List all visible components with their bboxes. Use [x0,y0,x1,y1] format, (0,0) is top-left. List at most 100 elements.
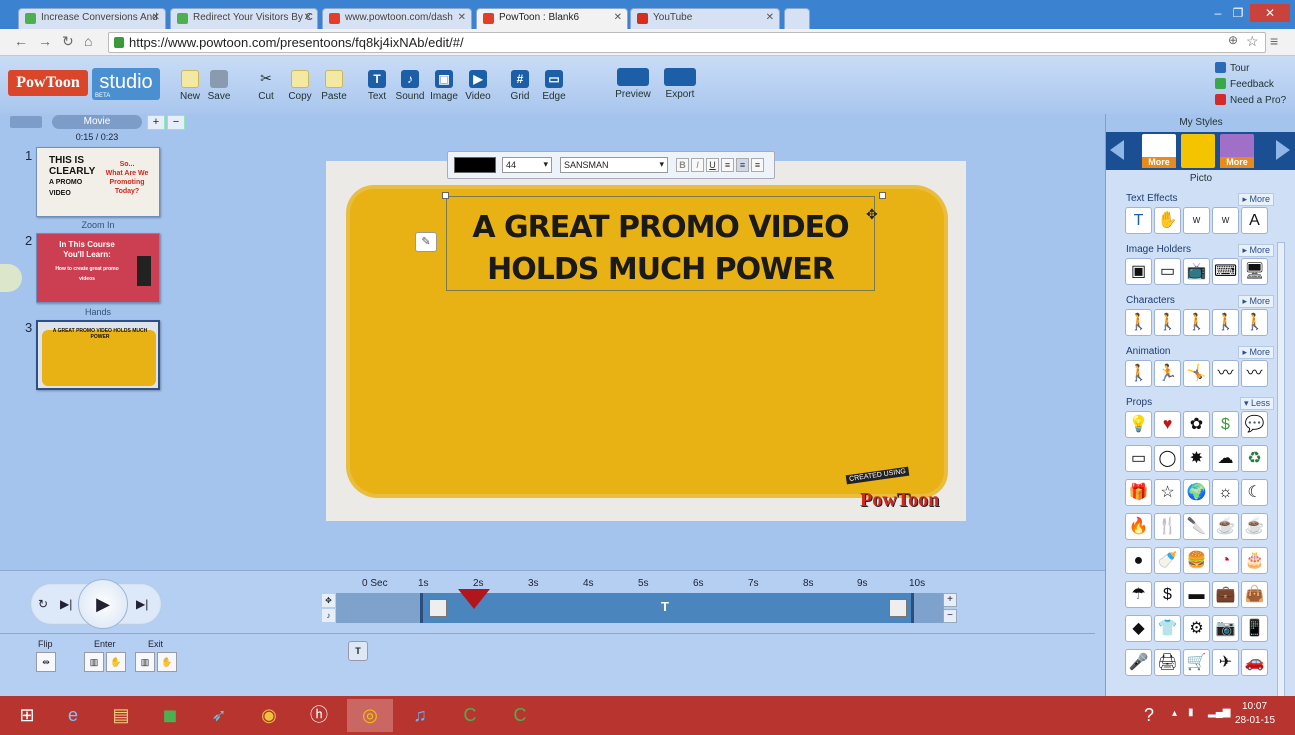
add-slide-button[interactable]: + [147,115,165,130]
moon-icon[interactable]: ☾ [1241,479,1268,506]
save-button[interactable]: Save [199,70,239,102]
sign-icon[interactable]: ▭ [1125,445,1152,472]
laptop-icon[interactable]: ⌨ [1212,258,1239,285]
more-button[interactable]: ▸ More [1238,244,1274,257]
enter-effect-button[interactable]: ▥ [84,652,104,672]
browser-tab[interactable]: www.powtoon.com/dash ✕ [322,8,472,29]
burger-icon[interactable]: 🍔 [1183,547,1210,574]
signal-icon[interactable]: ▂▄▆ [1208,707,1230,718]
hp-icon[interactable]: ⓗ [296,699,342,732]
move-track-icon[interactable]: ✥ [322,594,335,607]
bookmark-star-icon[interactable]: ☆ [1246,33,1259,50]
forward-icon[interactable]: → [38,33,52,49]
browser-tab-active[interactable]: PowToon : Blank6 ✕ [476,8,628,29]
bold-button[interactable]: B [676,158,689,172]
cloud-icon[interactable]: ☁ [1212,445,1239,472]
chrome-icon[interactable]: ◎ [347,699,393,732]
exit-handle[interactable] [889,599,907,617]
sun-icon[interactable]: ☼ [1212,479,1239,506]
browser-tab[interactable]: Increase Conversions And ✕ [18,8,166,29]
zoom-out-button[interactable]: − [943,609,957,623]
diamond-icon[interactable]: ◆ [1125,615,1152,642]
umbrella-icon[interactable]: ☂ [1125,581,1152,608]
printer-icon[interactable]: 🖨 [1154,649,1181,676]
view-toggle-icon[interactable] [10,116,42,128]
reload-icon[interactable]: ↻ [62,33,74,50]
font-color-swatch[interactable] [454,157,496,173]
arrow-right-icon[interactable] [1276,140,1290,160]
url-input[interactable]: https://www.powtoon.com/presentoons/fq8k… [108,32,1266,53]
new-tab-button[interactable] [784,8,810,29]
resize-handle[interactable] [879,192,886,199]
fork-icon[interactable]: 🍴 [1154,513,1181,540]
back-icon[interactable]: ← [14,33,28,49]
arrow-left-icon[interactable] [1110,140,1124,160]
fire-icon[interactable]: 🔥 [1125,513,1152,540]
preview-button[interactable]: Preview [608,68,658,100]
airplane-icon[interactable]: ✈ [1212,649,1239,676]
thought-bubble-icon[interactable]: ◯ [1154,445,1181,472]
slide-thumb-3-selected[interactable]: A GREAT PROMO VIDEO HOLDS MUCH POWER [36,320,160,390]
more-button[interactable]: ▸ More [1238,295,1274,308]
microphone-icon[interactable]: 🎤 [1125,649,1152,676]
scrollbar[interactable] [1277,242,1285,735]
step-back-icon[interactable]: ▶| [60,597,72,611]
person-icon[interactable]: 🚶 [1125,309,1152,336]
credit-card-icon[interactable]: ▬ [1183,581,1210,608]
star-icon[interactable]: ☆ [1154,479,1181,506]
speech-bubble-icon[interactable]: 💬 [1241,411,1268,438]
slide-thumb-2[interactable]: In This Course You'll Learn: How to crea… [36,233,160,303]
exit-hand-button[interactable]: ✋ [157,652,177,672]
text-layer-icon[interactable]: T [348,641,368,661]
burst-icon[interactable]: ✸ [1183,445,1210,472]
close-window-icon[interactable]: ✕ [1250,4,1290,22]
style-option-selected[interactable] [1181,134,1215,168]
close-tab-icon[interactable]: ✕ [614,12,622,23]
animated-person-icon[interactable]: 🤸 [1183,360,1210,387]
enter-hand-button[interactable]: ✋ [106,652,126,672]
music-note-icon[interactable]: ♪ [322,609,335,622]
picture-frame-icon[interactable]: ▣ [1125,258,1152,285]
skip-end-icon[interactable]: ▶| [136,597,148,611]
recycle-icon[interactable]: ♻ [1241,445,1268,472]
style-option[interactable]: More [1142,134,1176,168]
camtasia-recorder-icon[interactable]: C [497,699,543,732]
feedback-link[interactable]: Feedback [1215,78,1274,90]
person-icon[interactable]: 🚶 [1183,309,1210,336]
enter-handle[interactable] [429,599,447,617]
underline-button[interactable]: U [706,158,719,172]
slide-thumb-1[interactable]: THIS IS CLEARLY A PROMO VIDEO So... What… [36,147,160,217]
italic-button[interactable]: I [691,158,704,172]
gift-icon[interactable]: 🎁 [1125,479,1152,506]
tray-icon[interactable]: ▮ [1188,707,1194,718]
headline-text-box[interactable]: A GREAT PROMO VIDEO HOLDS MUCH POWER [446,196,875,291]
cake-icon[interactable]: 🎂 [1241,547,1268,574]
home-icon[interactable]: ⌂ [84,33,92,49]
heart-icon[interactable]: ♥ [1154,411,1181,438]
browser-tab[interactable]: Redirect Your Visitors By C ✕ [170,8,318,29]
computer-icon[interactable]: 🖥 [1241,258,1268,285]
exit-effect-button[interactable]: ▥ [135,652,155,672]
help-icon[interactable]: ? [1126,699,1172,732]
camtasia-icon[interactable]: C [447,699,493,732]
animated-person-icon[interactable]: 🏃 [1154,360,1181,387]
replay-icon[interactable]: ↻ [38,597,48,611]
close-tab-icon[interactable]: ✕ [152,12,160,23]
more-button[interactable]: ▸ More [1238,346,1274,359]
transition-label[interactable]: Hands [36,307,160,317]
export-button[interactable]: Export [655,68,705,100]
mug-icon[interactable]: ☕ [1212,513,1239,540]
itunes-icon[interactable]: ♫ [397,699,443,732]
side-tab-handle[interactable] [0,264,22,292]
shopping-bag-icon[interactable]: 👜 [1241,581,1268,608]
word-effect-icon[interactable]: W [1183,207,1210,234]
pizza-icon[interactable]: ◔ [1212,547,1239,574]
edge-button[interactable]: ▭ Edge [534,70,574,102]
clock-time[interactable]: 10:07 [1242,701,1267,712]
letter-a-icon[interactable]: A [1241,207,1268,234]
playhead-marker[interactable] [458,589,490,609]
edit-icon[interactable]: ✎ [415,232,437,252]
align-right-icon[interactable]: ≡ [751,158,764,172]
zoom-in-button[interactable]: + [943,593,957,607]
tshirt-icon[interactable]: 👕 [1154,615,1181,642]
